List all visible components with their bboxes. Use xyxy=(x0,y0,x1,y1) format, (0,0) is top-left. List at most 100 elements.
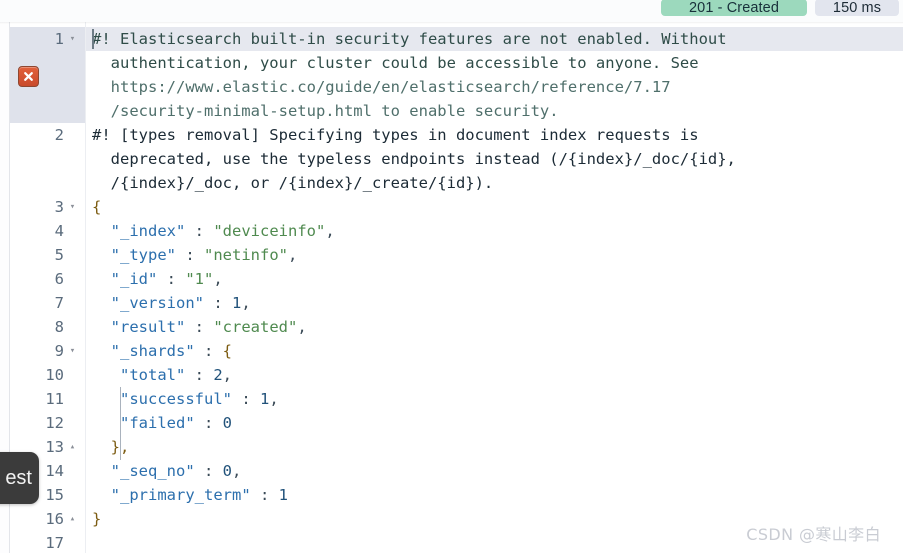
json-line-failed: "failed" : 0 xyxy=(86,411,903,435)
json-line-seq-no: "_seq_no" : 0, xyxy=(86,459,903,483)
fold-toggle-icon[interactable]: ▴ xyxy=(66,435,79,459)
watermark: CSDN @寒山李白 xyxy=(746,525,881,544)
line-number: 7 xyxy=(54,294,64,312)
gutter-line[interactable]: 8 xyxy=(10,315,85,339)
warning-url: https://www.elastic.co/guide/en/elastics… xyxy=(92,78,671,96)
json-brace: } xyxy=(92,510,102,528)
gutter-line-filler-e xyxy=(10,171,85,195)
warning-line-1a: #! Elasticsearch built-in security featu… xyxy=(86,27,903,51)
line-number: 14 xyxy=(45,462,64,480)
line-number: 17 xyxy=(45,534,64,552)
line-number: 13 xyxy=(45,438,64,456)
json-key: "_type" xyxy=(110,246,176,264)
gutter-line-filler-d xyxy=(10,147,85,171)
json-line-primary-term: "_primary_term" : 1 xyxy=(86,483,903,507)
json-line-shards-close: }, xyxy=(86,435,903,459)
json-line-successful: "successful" : 1, xyxy=(86,387,903,411)
gutter-line[interactable]: 1 ▾ xyxy=(10,27,85,51)
gutter-line[interactable]: 17 xyxy=(10,531,85,553)
fold-toggle-icon[interactable]: ▴ xyxy=(66,507,79,531)
line-number: 6 xyxy=(54,270,64,288)
line-number: 3 xyxy=(54,198,64,216)
gutter-line[interactable]: 9 ▾ xyxy=(10,339,85,363)
gutter-line[interactable]: 11 xyxy=(10,387,85,411)
line-number: 2 xyxy=(54,126,64,144)
json-separator: : xyxy=(176,246,204,264)
gutter-line[interactable]: 5 xyxy=(10,243,85,267)
json-brace: { xyxy=(222,342,233,360)
line-number: 8 xyxy=(54,318,64,336)
json-key: "total" xyxy=(120,366,186,384)
json-line-result: "result" : "created", xyxy=(86,315,903,339)
gutter-line[interactable]: 7 xyxy=(10,291,85,315)
json-value: 1 xyxy=(232,294,242,312)
response-editor[interactable]: 1 ▾ 2 3 ▾ 4 5 6 7 8 9 ▾ 10 11 12 13 ▴ 14 15 … xyxy=(0,22,903,553)
warning-line-1d: /security-minimal-setup.html to enable s… xyxy=(86,99,903,123)
json-comma: , xyxy=(325,222,335,240)
gutter-line[interactable]: 10 xyxy=(10,363,85,387)
json-key: "_primary_term" xyxy=(110,486,251,504)
topbar-divider xyxy=(0,22,903,24)
line-number: 9 xyxy=(54,342,64,360)
json-value: "deviceinfo" xyxy=(213,222,326,240)
json-value: 0 xyxy=(222,462,233,480)
json-value: 2 xyxy=(213,366,223,384)
line-number: 16 xyxy=(45,510,64,528)
warning-text: /{index}/_doc, or /{index}/_create/{id})… xyxy=(92,174,494,192)
json-separator: : xyxy=(250,486,279,504)
warning-line-1c: https://www.elastic.co/guide/en/elastics… xyxy=(86,75,903,99)
code-content[interactable]: #! Elasticsearch built-in security featu… xyxy=(86,22,903,553)
json-separator: : xyxy=(204,294,232,312)
response-status-bar: 201 - Created 150 ms xyxy=(0,0,903,22)
warning-text: #! Elasticsearch built-in security featu… xyxy=(92,30,727,48)
json-brace: { xyxy=(92,198,102,216)
gutter-line[interactable]: 12 xyxy=(10,411,85,435)
json-key: "_seq_no" xyxy=(110,462,195,480)
indent-guide xyxy=(120,387,121,460)
json-separator: : xyxy=(185,318,214,336)
json-separator: : xyxy=(157,270,186,288)
gutter-line[interactable]: 4 xyxy=(10,219,85,243)
json-separator: : xyxy=(231,390,260,408)
line-number: 4 xyxy=(54,222,64,240)
gutter-line[interactable]: 2 xyxy=(10,123,85,147)
json-line-version: "_version" : 1, xyxy=(86,291,903,315)
json-comma: , xyxy=(288,246,298,264)
json-value: 1 xyxy=(259,390,270,408)
gutter-line[interactable]: 3 ▾ xyxy=(10,195,85,219)
response-time-badge: 150 ms xyxy=(815,0,899,16)
json-separator: : xyxy=(194,342,223,360)
json-line-open-brace: { xyxy=(86,195,903,219)
fold-toggle-icon[interactable]: ▾ xyxy=(66,339,79,363)
json-key: "failed" xyxy=(120,414,195,432)
line-number: 1 xyxy=(54,30,64,48)
json-key: "_shards" xyxy=(110,342,195,360)
json-separator: : xyxy=(185,366,214,384)
json-comma: , xyxy=(213,270,223,288)
line-number: 15 xyxy=(45,486,64,504)
fold-toggle-icon[interactable]: ▾ xyxy=(66,27,79,51)
fold-toggle-icon[interactable]: ▾ xyxy=(66,195,79,219)
json-value: "1" xyxy=(185,270,214,288)
warning-line-2b: deprecated, use the typeless endpoints i… xyxy=(86,147,903,171)
json-value: 1 xyxy=(278,486,288,504)
text-caret xyxy=(92,29,94,49)
json-comma: , xyxy=(222,366,233,384)
warning-url: /security-minimal-setup.html to enable s… xyxy=(92,102,559,120)
elasticsearch-console-response-panel: 201 - Created 150 ms 1 ▾ 2 3 ▾ 4 5 6 7 8… xyxy=(0,0,903,553)
warning-text: authentication, your cluster could be ac… xyxy=(92,54,699,72)
gutter-line[interactable]: 16 ▴ xyxy=(10,507,85,531)
error-x-icon[interactable] xyxy=(18,66,39,87)
json-key: "_index" xyxy=(110,222,186,240)
line-number: 12 xyxy=(45,414,64,432)
tooltip-label: est xyxy=(5,466,32,489)
warning-line-1b: authentication, your cluster could be ac… xyxy=(86,51,903,75)
json-key: "successful" xyxy=(120,390,232,408)
json-comma: , xyxy=(241,294,251,312)
json-comma: , xyxy=(269,390,279,408)
json-line-total: "total" : 2, xyxy=(86,363,903,387)
line-number: 5 xyxy=(54,246,64,264)
test-tooltip[interactable]: est xyxy=(0,452,39,504)
json-line-shards: "_shards" : { xyxy=(86,339,903,363)
gutter-line[interactable]: 6 xyxy=(10,267,85,291)
